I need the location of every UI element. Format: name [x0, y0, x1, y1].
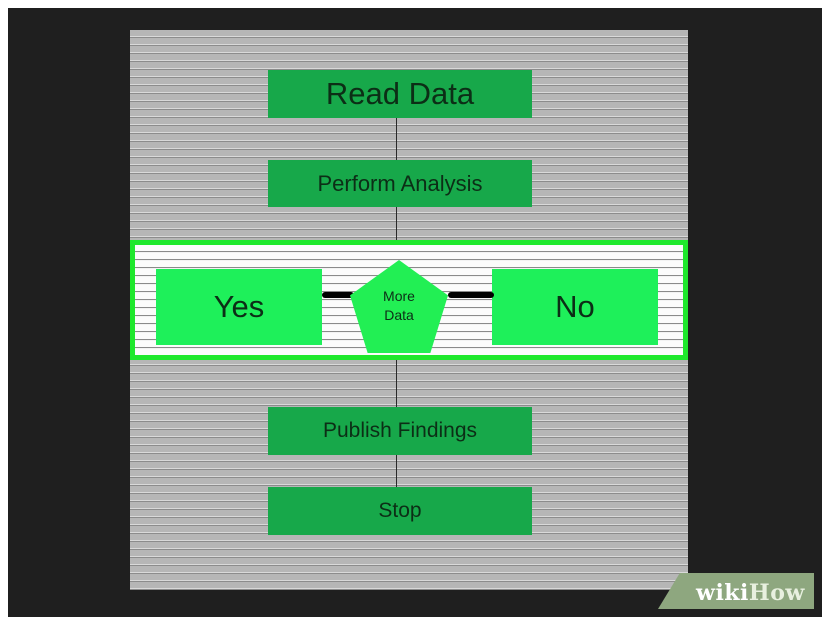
choice-no-box: No [492, 269, 658, 345]
choice-yes-label: Yes [213, 289, 265, 324]
choice-no-label: No [555, 289, 595, 324]
watermark-part-how: How [748, 580, 805, 606]
step-stop: Stop [268, 487, 532, 535]
step-perform-analysis: Perform Analysis [268, 160, 532, 207]
connector-decision-publish [396, 353, 397, 407]
wikihow-watermark-text: wikiHow [696, 580, 805, 606]
step-publish-findings-label: Publish Findings [322, 419, 478, 442]
link-decision-no [448, 292, 494, 298]
connector-read-analysis [396, 118, 397, 160]
decision-label: More Data [350, 287, 448, 325]
step-stop-label: Stop [378, 499, 422, 522]
decision-label-line1: More [383, 288, 415, 304]
step-read-data: Read Data [268, 70, 532, 118]
step-publish-findings: Publish Findings [268, 407, 532, 455]
step-read-data-label: Read Data [325, 76, 475, 111]
step-perform-analysis-label: Perform Analysis [317, 170, 483, 196]
choice-yes-box: Yes [156, 269, 322, 345]
connector-publish-stop [396, 455, 397, 487]
watermark-part-wiki: wiki [696, 580, 749, 606]
decision-label-line2: Data [384, 307, 414, 323]
